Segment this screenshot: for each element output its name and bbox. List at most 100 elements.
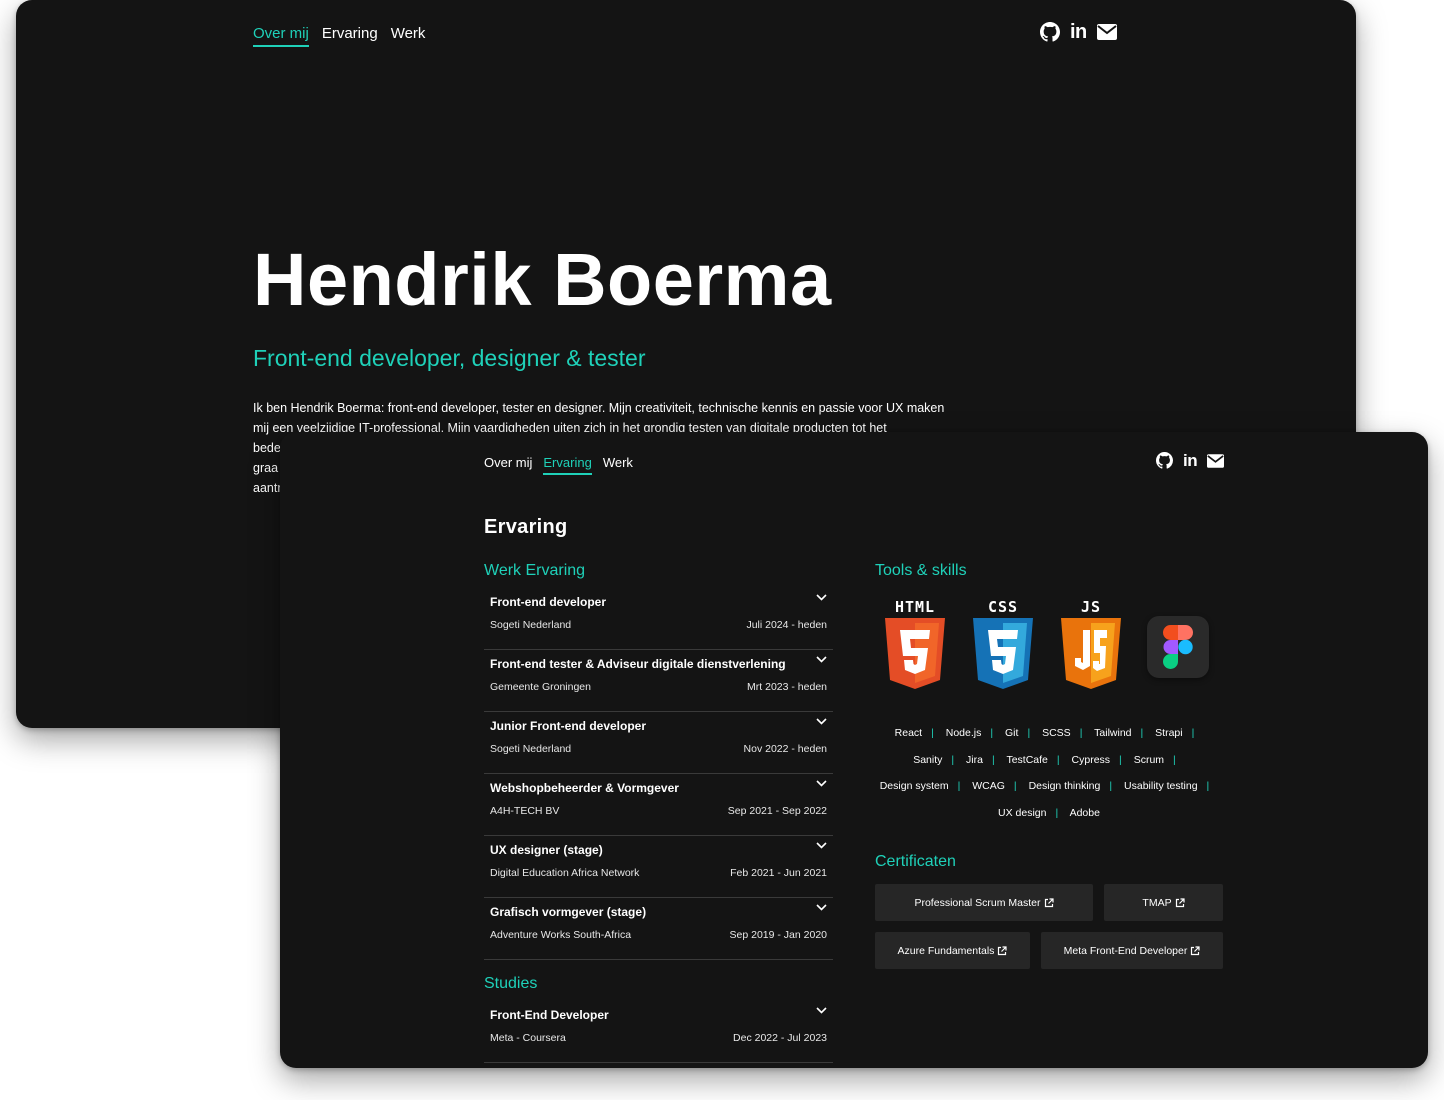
experience-item[interactable]: Front-end tester & Adviseur digitale die… <box>484 650 833 712</box>
javascript-icon: JS <box>1059 598 1123 694</box>
certificate-button[interactable]: Azure Fundamentals <box>875 932 1030 969</box>
envelope-icon[interactable] <box>1096 24 1117 40</box>
skill-separator: | <box>931 727 934 739</box>
chevron-down-icon[interactable] <box>816 1007 827 1014</box>
certificate-button[interactable]: Professional Scrum Master <box>875 884 1093 921</box>
nav-about-link[interactable]: Over mij <box>253 25 309 47</box>
studies-title: Studies <box>484 975 538 992</box>
skill-separator: | <box>951 753 955 766</box>
linkedin-icon[interactable]: in <box>1070 22 1087 42</box>
tech-logos: HTML CSS JS <box>883 598 1209 694</box>
skill-separator: | <box>1173 753 1176 766</box>
certificate-button[interactable]: Meta Front-End Developer <box>1041 932 1223 969</box>
chevron-down-icon[interactable] <box>816 656 827 663</box>
experience-item[interactable]: Grafisch vormgever (stage) Adventure Wor… <box>484 898 833 960</box>
skill-tag: UX design <box>998 806 1047 819</box>
skill-separator: | <box>1055 806 1059 819</box>
item-period: Mrt 2023 - heden <box>747 681 827 693</box>
nav-about-link[interactable]: Over mij <box>484 455 532 475</box>
skill-separator: | <box>991 753 995 766</box>
skill-separator: | <box>1140 727 1144 739</box>
item-role: Front-end developer <box>490 595 607 609</box>
skill-tag: Git <box>1005 727 1019 739</box>
experience-item[interactable]: Webshopbeheerder & Vormgever A4H-TECH BV… <box>484 774 833 836</box>
skill-separator: | <box>1109 780 1113 792</box>
certificates-list: Professional Scrum Master TMAP Azure Fun… <box>875 884 1224 980</box>
chevron-down-icon[interactable] <box>816 718 827 725</box>
skill-separator: | <box>1119 753 1122 766</box>
item-organization: Adventure Works South-Africa <box>490 929 632 941</box>
skill-tag: Design thinking <box>1028 780 1101 792</box>
item-organization: Sogeti Nederland <box>490 743 572 755</box>
linkedin-icon[interactable]: in <box>1183 452 1198 469</box>
skill-tag: SCSS <box>1042 727 1071 739</box>
figma-icon <box>1147 616 1209 678</box>
envelope-icon[interactable] <box>1207 453 1225 468</box>
certificate-label: TMAP <box>1142 896 1172 909</box>
skill-tag: WCAG <box>972 780 1005 792</box>
skill-separator: | <box>1027 727 1031 739</box>
skills-list: React | Node.js | Git | SCSS | Tailwind | Str… <box>875 720 1223 826</box>
chevron-down-icon[interactable] <box>816 780 827 787</box>
skill-tag: TestCafe <box>1006 753 1048 766</box>
skill-tag: Strapi <box>1155 727 1183 739</box>
logo-caption: CSS <box>987 598 1019 616</box>
skill-tag: Scrum <box>1133 753 1165 766</box>
github-icon[interactable] <box>1040 22 1060 42</box>
item-period: Feb 2021 - Jun 2021 <box>730 867 827 879</box>
external-link-icon <box>1044 897 1054 907</box>
css3-icon: CSS <box>971 598 1035 694</box>
certificate-label: Azure Fundamentals <box>897 944 995 957</box>
github-icon[interactable] <box>1156 452 1173 469</box>
certificates-title: Certificaten <box>875 853 956 870</box>
item-organization: A4H-TECH BV <box>490 805 560 817</box>
studies-list: Front-End Developer Meta - Coursera Dec … <box>484 1001 833 1063</box>
social-links: in <box>1040 22 1117 42</box>
skill-separator: | <box>957 780 961 792</box>
item-organization: Gemeente Groningen <box>490 681 591 693</box>
item-role: Front-End Developer <box>490 1008 609 1022</box>
skill-separator: | <box>990 727 994 739</box>
html5-icon: HTML <box>883 598 947 694</box>
skill-tag: Jira <box>966 753 983 766</box>
external-link-icon <box>998 945 1008 955</box>
logo-caption: HTML <box>894 598 936 616</box>
main-nav: Over mij Ervaring Werk <box>484 455 633 475</box>
nav-experience-link[interactable]: Ervaring <box>543 455 592 475</box>
nav-work-link[interactable]: Werk <box>603 455 633 475</box>
external-link-icon <box>1175 897 1185 907</box>
skill-tag: Sanity <box>913 753 943 766</box>
item-organization: Digital Education Africa Network <box>490 867 640 879</box>
item-role: Front-end tester & Adviseur digitale die… <box>490 657 786 671</box>
chevron-down-icon[interactable] <box>816 904 827 911</box>
study-item[interactable]: Front-End Developer Meta - Coursera Dec … <box>484 1001 833 1063</box>
nav-experience-link[interactable]: Ervaring <box>322 25 378 47</box>
item-period: Sep 2019 - Jan 2020 <box>729 929 828 941</box>
item-role: Junior Front-end developer <box>490 719 647 733</box>
hero-name: Hendrik Boerma <box>253 238 832 321</box>
nav-work-link[interactable]: Werk <box>391 25 426 47</box>
certificate-label: Professional Scrum Master <box>914 896 1041 909</box>
item-organization: Meta - Coursera <box>490 1032 566 1044</box>
skill-separator: | <box>1013 780 1017 792</box>
certificate-label: Meta Front-End Developer <box>1063 944 1188 957</box>
social-links: in <box>1156 452 1225 469</box>
experience-item[interactable]: Junior Front-end developer Sogeti Nederl… <box>484 712 833 774</box>
hero-subtitle: Front-end developer, designer & tester <box>253 345 646 371</box>
item-period: Juli 2024 - heden <box>746 619 827 631</box>
skill-tag: Design system <box>879 780 949 792</box>
item-role: Webshopbeheerder & Vormgever <box>490 781 679 795</box>
certificate-button[interactable]: TMAP <box>1104 884 1223 921</box>
item-period: Nov 2022 - heden <box>743 743 827 755</box>
chevron-down-icon[interactable] <box>816 842 827 849</box>
experience-item[interactable]: UX designer (stage) Digital Education Af… <box>484 836 833 898</box>
tools-skills-title: Tools & skills <box>875 562 967 579</box>
skill-tag: Usability testing <box>1124 780 1198 792</box>
external-link-icon <box>1191 945 1200 955</box>
skill-tag: Tailwind <box>1094 727 1132 739</box>
chevron-down-icon[interactable] <box>816 594 827 601</box>
skill-tag: Node.js <box>945 727 982 739</box>
main-nav: Over mij Ervaring Werk <box>253 25 425 47</box>
experience-item[interactable]: Front-end developer Sogeti Nederland Jul… <box>484 588 833 650</box>
item-period: Dec 2022 - Jul 2023 <box>733 1032 827 1044</box>
